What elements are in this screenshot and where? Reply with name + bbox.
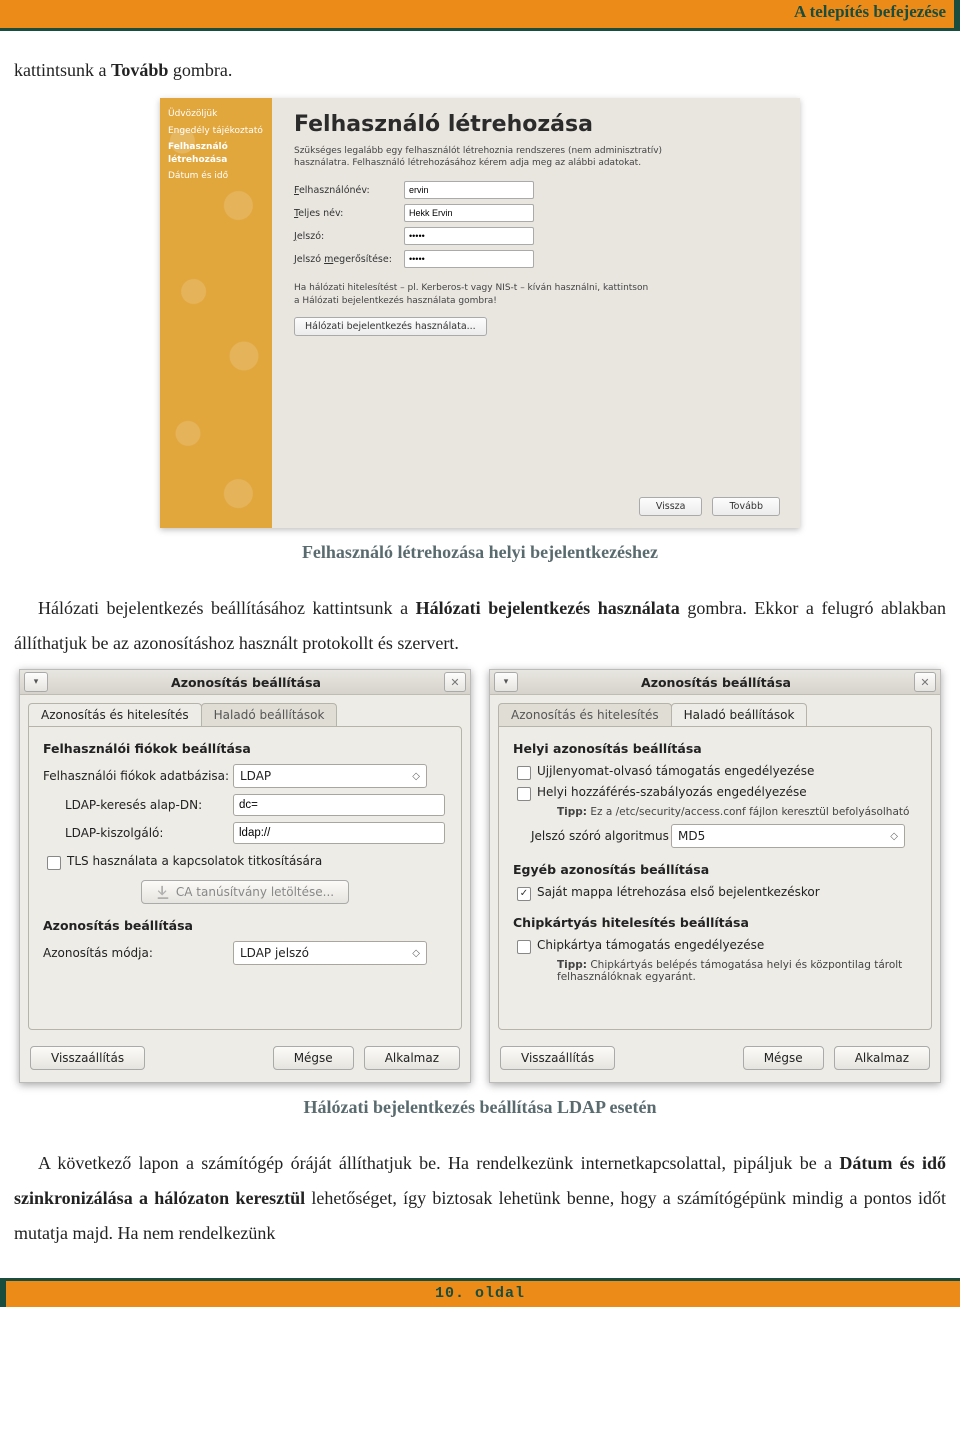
- sidebar-item-create-user[interactable]: Felhasználó létrehozása: [168, 141, 264, 166]
- download-ca-button[interactable]: CA tanúsítvány letöltése...: [141, 880, 349, 904]
- installer-heading: Felhasználó létrehozása: [294, 112, 778, 137]
- group-other-auth: Egyéb azonosítás beállítása: [513, 862, 917, 877]
- mode-combo[interactable]: LDAP jelszó◇: [233, 941, 427, 965]
- installer-sidebar: Üdvözöljük Engedély tájékoztató Felhaszn…: [160, 98, 272, 528]
- reset-button[interactable]: Visszaállítás: [30, 1046, 145, 1070]
- fingerprint-label: Ujjlenyomat-olvasó támogatás engedélyezé…: [537, 764, 814, 778]
- group-auth-setup: Azonosítás beállítása: [43, 918, 447, 933]
- page-footer: 10. oldal: [0, 1278, 960, 1307]
- caption-1: Felhasználó létrehozása helyi bejelentke…: [0, 542, 960, 563]
- tls-label: TLS használata a kapcsolatok titkosításá…: [67, 854, 322, 868]
- reset-button[interactable]: Visszaállítás: [500, 1046, 615, 1070]
- close-icon[interactable]: ✕: [914, 672, 936, 692]
- server-input[interactable]: [233, 822, 445, 844]
- db-combo[interactable]: LDAP◇: [233, 764, 427, 788]
- tab-advanced[interactable]: Haladó beállítások: [671, 703, 808, 726]
- access-checkbox[interactable]: [517, 787, 531, 801]
- next-button[interactable]: Tovább: [712, 497, 780, 516]
- page-header: A telepítés befejezése: [0, 0, 960, 31]
- page-number: 10. oldal: [435, 1285, 525, 1302]
- header-title: A telepítés befejezése: [794, 2, 946, 22]
- password-input[interactable]: [404, 227, 534, 245]
- server-label: LDAP-kiszolgáló:: [43, 826, 233, 840]
- tab-advanced[interactable]: Haladó beállítások: [201, 703, 338, 726]
- paragraph-1: kattintsunk a Tovább gombra.: [0, 53, 960, 88]
- network-login-button[interactable]: Hálózati bejelentkezés használata...: [294, 317, 487, 336]
- tip-smartcard: Tipp: Chipkártyás belépés támogatása hel…: [557, 959, 917, 983]
- para1-bold: Tovább: [111, 60, 168, 80]
- header-corner-decoration: [954, 0, 960, 31]
- dialog-title: Azonosítás beállítása: [48, 675, 444, 690]
- installer-description: Szükséges legalább egy felhasználót létr…: [294, 145, 674, 169]
- fingerprint-checkbox[interactable]: [517, 766, 531, 780]
- group-user-accounts: Felhasználói fiókok beállítása: [43, 741, 447, 756]
- dialog-title: Azonosítás beállítása: [518, 675, 914, 690]
- sidebar-item-license[interactable]: Engedély tájékoztató: [168, 125, 264, 138]
- smartcard-label: Chipkártya támogatás engedélyezése: [537, 938, 764, 952]
- password-label: Jelszó:: [294, 231, 404, 242]
- chevron-down-icon: ◇: [412, 948, 420, 959]
- apply-button[interactable]: Alkalmaz: [364, 1046, 460, 1070]
- tls-checkbox[interactable]: [47, 856, 61, 870]
- fullname-input[interactable]: [404, 204, 534, 222]
- hash-label: Jelszó szóró algoritmus: [513, 829, 671, 843]
- sidebar-item-datetime[interactable]: Dátum és idő: [168, 170, 264, 183]
- auth-dialog-basic: ▾ Azonosítás beállítása ✕ Azonosítás és …: [19, 669, 471, 1083]
- access-label: Helyi hozzáférés-szabályozás engedélyezé…: [537, 785, 807, 799]
- chevron-down-icon: ◇: [890, 831, 898, 842]
- db-label: Felhasználói fiókok adatbázisa:: [43, 769, 233, 783]
- dialog-row: ▾ Azonosítás beállítása ✕ Azonosítás és …: [0, 661, 960, 1083]
- para1-pre: kattintsunk a: [14, 60, 111, 80]
- screenshot-user-create: Üdvözöljük Engedély tájékoztató Felhaszn…: [160, 98, 800, 528]
- username-input[interactable]: [404, 181, 534, 199]
- fullname-label: Teljes név:: [294, 208, 404, 219]
- cancel-button[interactable]: Mégse: [273, 1046, 354, 1070]
- para2-bold1: Hálózati bejelentkezés használata: [416, 598, 680, 618]
- window-menu-icon[interactable]: ▾: [24, 672, 48, 692]
- group-smartcard: Chipkártyás hitelesítés beállítása: [513, 915, 917, 930]
- basedn-input[interactable]: [233, 794, 445, 816]
- para3-seg1: A következő lapon a számítógép óráját ál…: [38, 1153, 839, 1173]
- window-menu-icon[interactable]: ▾: [494, 672, 518, 692]
- apply-button[interactable]: Alkalmaz: [834, 1046, 930, 1070]
- confirm-input[interactable]: [404, 250, 534, 268]
- group-local-auth: Helyi azonosítás beállítása: [513, 741, 917, 756]
- chevron-down-icon: ◇: [412, 771, 420, 782]
- confirm-label: Jelszó megerősítése:: [294, 254, 404, 265]
- footer-corner-decoration: [0, 1278, 6, 1307]
- mode-label: Azonosítás módja:: [43, 946, 233, 960]
- para2-seg1: Hálózati bejelentkezés beállításához kat…: [38, 598, 416, 618]
- tab-auth[interactable]: Azonosítás és hitelesítés: [498, 703, 672, 726]
- auth-dialog-advanced: ▾ Azonosítás beállítása ✕ Azonosítás és …: [489, 669, 941, 1083]
- back-button[interactable]: Vissza: [639, 497, 703, 516]
- dialog-titlebar[interactable]: ▾ Azonosítás beállítása ✕: [490, 670, 940, 695]
- paragraph-3: A következő lapon a számítógép óráját ál…: [0, 1146, 960, 1251]
- caption-2: Hálózati bejelentkezés beállítása LDAP e…: [0, 1097, 960, 1118]
- installer-note: Ha hálózati hitelesítést – pl. Kerberos-…: [294, 282, 654, 306]
- smartcard-checkbox[interactable]: [517, 940, 531, 954]
- paragraph-2: Hálózati bejelentkezés beállításához kat…: [0, 591, 960, 661]
- tip-access: Tipp: Ez a /etc/security/access.conf fáj…: [557, 806, 917, 818]
- username-label: FFelhasználónév:elhasználónév:: [294, 185, 404, 196]
- create-home-label: Saját mappa létrehozása első bejelentkez…: [537, 885, 820, 899]
- close-icon[interactable]: ✕: [444, 672, 466, 692]
- create-home-checkbox[interactable]: [517, 887, 531, 901]
- dialog-titlebar[interactable]: ▾ Azonosítás beállítása ✕: [20, 670, 470, 695]
- download-icon: [156, 885, 170, 899]
- installer-main: Felhasználó létrehozása Szükséges legalá…: [272, 98, 800, 528]
- sidebar-item-welcome[interactable]: Üdvözöljük: [168, 108, 264, 121]
- tab-auth[interactable]: Azonosítás és hitelesítés: [28, 703, 202, 726]
- cancel-button[interactable]: Mégse: [743, 1046, 824, 1070]
- hash-combo[interactable]: MD5◇: [671, 824, 905, 848]
- basedn-label: LDAP-keresés alap-DN:: [43, 798, 233, 812]
- para1-post: gombra.: [168, 60, 232, 80]
